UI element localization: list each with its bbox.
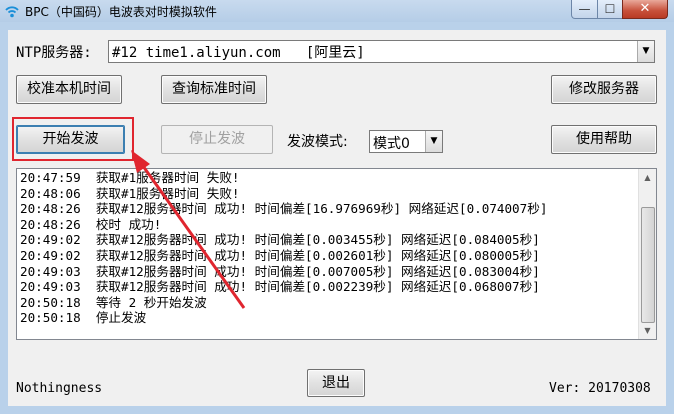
scrollbar-thumb[interactable] xyxy=(641,207,655,323)
chevron-down-icon[interactable]: ▼ xyxy=(425,131,442,152)
log-textbox[interactable]: 20:47:59 获取#1服务器时间 失败! 20:48:06 获取#1服务器时… xyxy=(16,168,657,340)
ntp-server-select[interactable]: #12 time1.aliyun.com [阿里云] ▼ xyxy=(108,40,655,63)
maximize-button[interactable]: ☐ xyxy=(597,0,623,19)
scroll-up-icon[interactable]: ▲ xyxy=(639,169,656,186)
help-button[interactable]: 使用帮助 xyxy=(551,125,657,154)
author-label: Nothingness xyxy=(16,381,103,396)
modify-server-button[interactable]: 修改服务器 xyxy=(551,75,657,104)
scroll-down-icon[interactable]: ▼ xyxy=(639,322,656,339)
log-line: 20:49:03 获取#12服务器时间 成功! 时间偏差[0.007005秒] … xyxy=(20,263,540,279)
ntp-server-label: NTP服务器: xyxy=(16,45,92,61)
transmit-mode-value: 模式0 xyxy=(373,136,410,152)
minimize-button[interactable]: — xyxy=(571,0,598,19)
log-line: 20:48:26 校时 成功! xyxy=(20,216,162,232)
log-line: 20:50:18 等待 2 秒开始发波 xyxy=(20,294,207,310)
log-line: 20:49:02 获取#12服务器时间 成功! 时间偏差[0.002601秒] … xyxy=(20,247,540,263)
log-line: 20:49:02 获取#12服务器时间 成功! 时间偏差[0.003455秒] … xyxy=(20,232,540,248)
wifi-signal-icon xyxy=(4,3,20,19)
calibrate-local-time-button[interactable]: 校准本机时间 xyxy=(16,75,122,104)
stop-transmit-button[interactable]: 停止发波 xyxy=(161,125,273,154)
transmit-mode-label: 发波模式: xyxy=(287,134,348,150)
log-line: 20:47:59 获取#1服务器时间 失败! xyxy=(20,170,240,185)
log-line: 20:49:03 获取#12服务器时间 成功! 时间偏差[0.002239秒] … xyxy=(20,279,540,295)
title-bar[interactable]: BPC（中国码）电波表对时模拟软件 — ☐ ✕ xyxy=(0,0,674,22)
log-line: 20:48:26 获取#12服务器时间 成功! 时间偏差[16.976969秒]… xyxy=(20,201,548,217)
log-line: 20:50:18 停止发波 xyxy=(20,310,147,326)
query-standard-time-button[interactable]: 查询标准时间 xyxy=(161,75,267,104)
transmit-mode-select[interactable]: 模式0 ▼ xyxy=(369,130,443,153)
log-line: 20:48:06 获取#1服务器时间 失败! xyxy=(20,185,240,201)
exit-button[interactable]: 退出 xyxy=(307,369,365,397)
window-title: BPC（中国码）电波表对时模拟软件 xyxy=(25,5,217,19)
log-lines: 20:47:59 获取#1服务器时间 失败! 20:48:06 获取#1服务器时… xyxy=(20,170,635,326)
annotation-highlight-box xyxy=(12,117,134,161)
version-label: Ver: 20170308 xyxy=(549,381,651,396)
close-button[interactable]: ✕ xyxy=(622,0,668,19)
chevron-down-icon[interactable]: ▼ xyxy=(637,41,654,62)
ntp-server-value: #12 time1.aliyun.com [阿里云] xyxy=(112,45,365,61)
log-scrollbar[interactable]: ▲ ▼ xyxy=(638,169,656,339)
